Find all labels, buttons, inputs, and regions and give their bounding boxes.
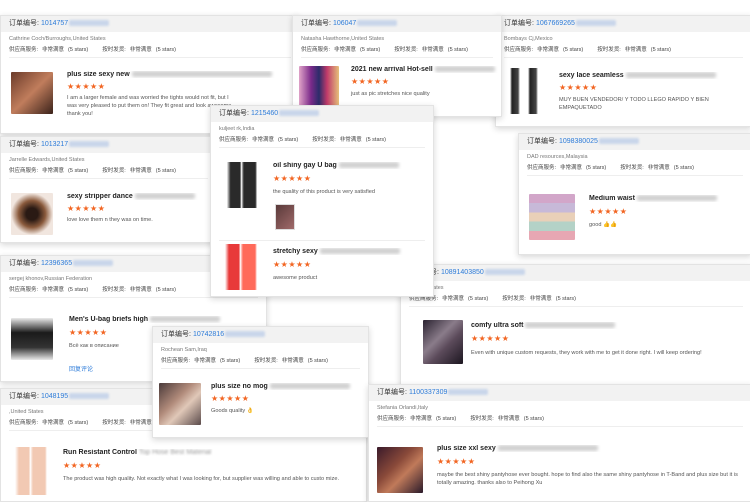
order-id[interactable]: 1067669265 xyxy=(536,20,575,27)
product-thumbnail[interactable] xyxy=(221,244,261,290)
star-rating: ★★★★★ xyxy=(211,394,250,403)
customer-name: Rochean Sam,Iraq xyxy=(161,347,207,353)
product-title[interactable]: comfy ultra soft xyxy=(471,322,741,329)
product-thumbnail[interactable] xyxy=(529,194,575,240)
star-rating: ★★★★★ xyxy=(67,204,106,213)
product-title[interactable]: plus size no mog xyxy=(211,383,366,390)
review-text: awesome product xyxy=(273,275,318,281)
order-card: 订单编号: 1215460 kuljeet rk,India 供应商服务: 非常满意… xyxy=(210,105,434,297)
review-text: maybe the best shiny pantyhose ever boug… xyxy=(437,472,738,486)
product-thumbnail[interactable] xyxy=(11,193,53,235)
order-card: 订单编号: 1098380025 DAD resources,Malaysia 供… xyxy=(518,133,750,255)
product-thumbnail[interactable] xyxy=(423,320,463,364)
order-id[interactable]: 1100337309 xyxy=(409,389,447,396)
order-header: 订单编号: 1098380025 xyxy=(519,134,750,150)
order-id[interactable]: 1098380025 xyxy=(559,138,598,145)
customer-name: DAD resources,Malaysia xyxy=(527,154,588,160)
star-rating: ★★★★★ xyxy=(69,328,108,337)
review-text: just as pic stretches nice quality xyxy=(351,91,430,97)
star-rating: ★★★★★ xyxy=(63,461,102,470)
order-id[interactable]: 1014757 xyxy=(41,20,68,27)
order-card: 订单编号: 1013217 Jarrelle Edwards,United Sta… xyxy=(0,136,217,243)
order-card: 订单编号: 106047 Natasha Hawthorne,United Sta… xyxy=(292,15,502,117)
customer-name: Stefania Orlandi,Italy xyxy=(377,405,429,411)
review-text: good 👍👍 xyxy=(589,222,617,228)
order-id[interactable]: 1215460 xyxy=(251,110,278,117)
customer-name: Jarrelle Edwards,United States xyxy=(9,157,85,163)
order-header: 订单编号: 1067669265 xyxy=(496,16,750,32)
product-title[interactable]: plus size xxl sexy xyxy=(437,445,747,452)
review-text: MUY BUEN VENDEDOR/ Y TODO LLEGO RAPIDO Y… xyxy=(559,97,709,111)
order-card: 订单编号: 1067669265 Bombays Cj,Mexico 供应商服务:… xyxy=(495,15,750,127)
order-id[interactable]: 12396365 xyxy=(41,260,72,267)
product-thumbnail[interactable] xyxy=(11,318,53,360)
product-title[interactable]: Men's U-bag briefs high xyxy=(69,316,264,323)
order-id[interactable]: 1013217 xyxy=(41,141,68,148)
review-text: the quality of this product is very sati… xyxy=(273,189,375,195)
rating-row: 供应商服务:非常满意(5 stars)按时发货:非常满意(5 stars) xyxy=(377,416,544,422)
customer-name: Bombays Cj,Mexico xyxy=(504,36,553,42)
rating-row: 供应商服务:非常满意(5 stars)按时发货:非常满意(5 stars) xyxy=(409,296,576,302)
product-thumbnail[interactable] xyxy=(506,68,546,114)
product-thumbnail[interactable] xyxy=(11,72,53,114)
order-header: 订单编号:10891403850 xyxy=(401,265,750,281)
order-id[interactable]: 10891403850 xyxy=(441,269,484,276)
star-rating: ★★★★★ xyxy=(437,457,476,466)
customer-name: ,United States xyxy=(409,285,444,291)
reply-review-link[interactable]: 回复评论 xyxy=(69,364,93,373)
rating-row: 供应商服务:非常满意(5 stars)按时发货:非常满意(5 stars) xyxy=(219,137,386,143)
order-card: 订单编号: 10742816 Rochean Sam,Iraq 供应商服务: 非常满… xyxy=(152,326,369,438)
product-title[interactable]: 2021 new arrival Hot-sell xyxy=(351,66,499,73)
review-text: Even with unique custom requests, they w… xyxy=(471,350,702,356)
customer-name: Cathrine Coch/Burroughs,United States xyxy=(9,36,106,42)
product-thumbnail[interactable] xyxy=(11,447,51,495)
order-header: 订单编号: 10742816 xyxy=(153,327,368,343)
star-rating: ★★★★★ xyxy=(273,174,312,183)
rating-row: 供应商服务:非常满意(5 stars)按时发货:非常满意(5 stars) xyxy=(9,47,176,53)
order-header: 订单编号: 106047 xyxy=(293,16,501,32)
product-thumbnail[interactable] xyxy=(159,383,201,425)
order-header: 订单编号: 1100337309 xyxy=(369,385,750,401)
review-text: The product was high quality. Not exactl… xyxy=(63,476,339,482)
order-card: 订单编号:10891403850 ,United States 供应商服务:非常… xyxy=(400,264,750,388)
review-text: Goods quality 👌 xyxy=(211,408,254,414)
rating-row: 供应商服务:非常满意(5 stars)按时发货:非常满意(5 stars) xyxy=(9,168,176,174)
product-title[interactable]: sexy lace seamless xyxy=(559,72,749,79)
product-thumbnail[interactable] xyxy=(377,447,423,493)
product-title[interactable]: stretchy sexy xyxy=(273,248,431,255)
star-rating: ★★★★★ xyxy=(351,77,390,86)
rating-row: 供应商服务:非常满意(5 stars)按时发货:非常满意(5 stars) xyxy=(527,165,694,171)
order-id[interactable]: 106047 xyxy=(333,20,356,27)
star-rating: ★★★★★ xyxy=(559,83,598,92)
product-title[interactable]: Run Resistant Control Top Hose Best Mate… xyxy=(63,449,363,456)
star-rating: ★★★★★ xyxy=(67,82,106,91)
star-rating: ★★★★★ xyxy=(273,260,312,269)
star-rating: ★★★★★ xyxy=(471,334,510,343)
customer-name: kuljeet rk,India xyxy=(219,126,255,132)
rating-row: 供应商服务:非常满意(5 stars)按时发货:非常满意(5 stars) xyxy=(301,47,468,53)
order-card: 订单编号: 1100337309 Stefania Orlandi,Italy 供… xyxy=(368,384,750,502)
order-id[interactable]: 1048195 xyxy=(41,393,68,400)
order-id[interactable]: 10742816 xyxy=(193,331,224,338)
product-title[interactable]: Medium waist xyxy=(589,195,749,202)
star-rating: ★★★★★ xyxy=(589,207,628,216)
order-header: 订单编号: 1014757 xyxy=(1,16,299,32)
rating-row: 供应商服务:非常满意(5 stars)按时发货:非常满意(5 stars) xyxy=(504,47,671,53)
order-header: 订单编号: 1215460 xyxy=(211,106,433,122)
review-photo[interactable] xyxy=(275,204,295,230)
rating-row: 供应商服务:非常满意(5 stars)按时发货:非常满意(5 stars) xyxy=(161,358,328,364)
order-header: 订单编号: 1013217 xyxy=(1,137,216,153)
product-thumbnail[interactable] xyxy=(223,162,261,208)
review-text: love love them n they was on time. xyxy=(67,217,153,223)
product-title[interactable]: sexy stripper dance xyxy=(67,193,213,200)
product-title[interactable]: plus size sexy new xyxy=(67,71,297,78)
product-thumbnail[interactable] xyxy=(299,66,339,110)
customer-name: Natasha Hawthorne,United States xyxy=(301,36,385,42)
product-title[interactable]: oil shiny gay U bag xyxy=(273,162,431,169)
